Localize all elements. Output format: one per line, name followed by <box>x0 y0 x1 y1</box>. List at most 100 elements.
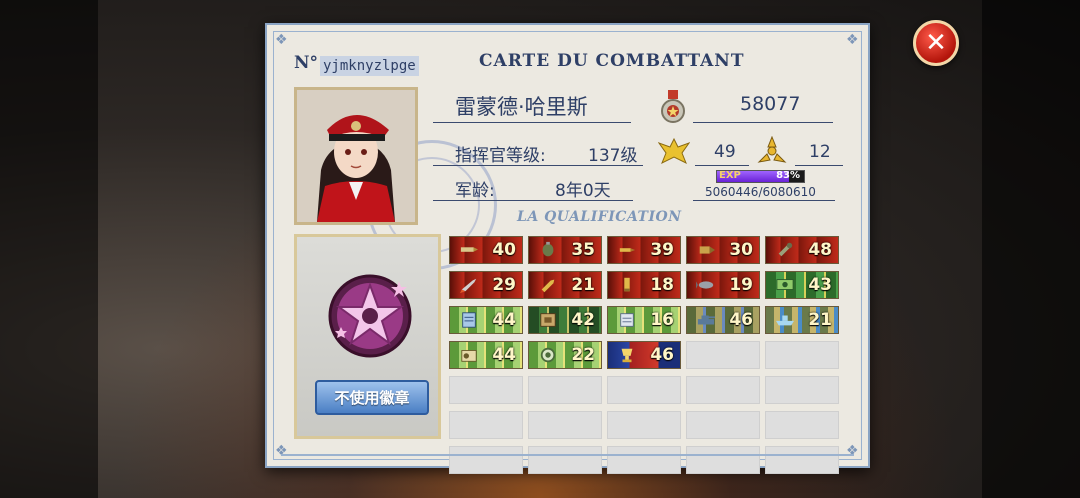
commander-name: 雷蒙德·哈里斯 <box>455 95 588 119</box>
card-title: CARTE DU COMBATTANT <box>479 51 745 71</box>
empty-qualification-slot <box>765 376 839 404</box>
special-stat: 12 <box>809 142 831 162</box>
empty-qualification-slot <box>449 411 523 439</box>
level-label: 指挥官等级: <box>455 146 546 166</box>
tank-icon <box>697 315 715 325</box>
qualification-value: 46 <box>650 345 674 365</box>
empty-qualification-slot <box>765 446 839 474</box>
bottom-divider <box>281 454 854 456</box>
qualification-cell[interactable]: 43 <box>765 271 839 299</box>
exp-underline <box>693 200 835 201</box>
qualification-cell[interactable]: 39 <box>607 236 681 264</box>
qualification-cell[interactable]: 16 <box>607 306 681 334</box>
empty-qualification-slot <box>686 341 760 369</box>
exp-bar: EXP 83% <box>716 170 805 183</box>
right-shade <box>982 0 1080 498</box>
gear-icon <box>540 347 556 363</box>
exp-label: EXP <box>719 170 741 181</box>
special-underline <box>795 165 843 166</box>
close-icon: ✕ <box>925 28 947 58</box>
medal-icon <box>661 90 685 123</box>
rifle-round-icon <box>619 248 636 252</box>
empty-qualification-slot <box>607 446 681 474</box>
level-value: 137级 <box>588 146 638 166</box>
qualification-value: 21 <box>808 310 832 330</box>
qualification-value: 46 <box>729 310 753 330</box>
service-underline <box>433 200 633 201</box>
rank-stat: 49 <box>714 142 736 162</box>
qualification-cell[interactable]: 46 <box>686 306 760 334</box>
empty-qualification-slot <box>607 411 681 439</box>
commander-portrait[interactable] <box>294 87 418 225</box>
combatant-card: ❖ ❖ ❖ ❖ N° yjmknyzlpge CARTE DU COMBATTA… <box>265 23 870 474</box>
exp-percent: 83% <box>776 170 800 181</box>
qualification-cell[interactable]: 35 <box>528 236 602 264</box>
empty-qualification-slot <box>765 341 839 369</box>
qualification-value: 35 <box>571 240 595 260</box>
corner-ornament-icon: ❖ <box>846 32 859 48</box>
qualification-cell[interactable]: 18 <box>607 271 681 299</box>
qualification-cell[interactable]: 46 <box>607 341 681 369</box>
qualification-value: 44 <box>492 310 516 330</box>
triad-icon <box>757 136 787 163</box>
left-shade <box>0 0 98 498</box>
empty-qualification-slot <box>449 446 523 474</box>
qualification-cell[interactable]: 21 <box>765 306 839 334</box>
map-icon <box>540 313 556 327</box>
eagle-rank-icon <box>658 137 690 165</box>
rank-underline <box>695 165 749 166</box>
badge-panel: 不使用徽章 <box>294 234 441 439</box>
badge-star-icon <box>328 274 412 358</box>
qualification-value: 40 <box>492 240 516 260</box>
qualification-value: 29 <box>492 275 516 295</box>
qualification-cell[interactable]: 29 <box>449 271 523 299</box>
qualification-cell[interactable]: 42 <box>528 306 602 334</box>
qualification-cell[interactable]: 19 <box>686 271 760 299</box>
cartridge-icon <box>624 277 630 292</box>
artillery-shell-icon <box>541 279 555 293</box>
empty-qualification-slot <box>528 446 602 474</box>
level-underline <box>433 165 643 166</box>
qualification-value: 43 <box>808 275 832 295</box>
document-icon <box>462 312 476 328</box>
qualification-value: 21 <box>571 275 595 295</box>
qualification-cell[interactable]: 21 <box>528 271 602 299</box>
empty-qualification-slot <box>607 376 681 404</box>
corner-ornament-icon: ❖ <box>275 32 288 48</box>
empty-qualification-slot <box>686 376 760 404</box>
empty-qualification-slot <box>686 446 760 474</box>
exp-text: 5060446/6080610 <box>705 185 816 199</box>
radio-icon <box>461 350 477 362</box>
empty-qualification-slot <box>765 411 839 439</box>
close-button[interactable]: ✕ <box>913 20 959 66</box>
empty-qualification-slot <box>528 376 602 404</box>
medal-score: 58077 <box>740 93 801 115</box>
no-badge-button[interactable]: 不使用徽章 <box>315 380 429 415</box>
qualification-cell[interactable]: 48 <box>765 236 839 264</box>
qualification-cell[interactable]: 44 <box>449 306 523 334</box>
qualification-cell[interactable]: 40 <box>449 236 523 264</box>
empty-qualification-slot <box>528 411 602 439</box>
qualification-value: 19 <box>729 275 753 295</box>
qualification-value: 22 <box>571 345 595 365</box>
qualification-cell[interactable]: 30 <box>686 236 760 264</box>
bomb-icon <box>696 281 714 289</box>
portrait-art <box>297 90 415 222</box>
service-value: 8年0天 <box>555 181 611 201</box>
qualification-cell[interactable]: 22 <box>528 341 602 369</box>
name-underline <box>433 122 631 123</box>
qualification-value: 48 <box>808 240 832 260</box>
qualification-cell[interactable]: 44 <box>449 341 523 369</box>
qualification-value: 39 <box>650 240 674 260</box>
qualification-value: 42 <box>571 310 595 330</box>
ship-icon <box>776 315 794 326</box>
qualification-value: 16 <box>650 310 674 330</box>
service-label: 军龄: <box>455 181 495 201</box>
empty-qualification-slot <box>449 376 523 404</box>
rocket-icon <box>460 278 477 294</box>
player-id[interactable]: yjmknyzlpge <box>320 56 419 76</box>
qualification-label: LA QUALIFICATION <box>517 209 682 225</box>
shell-icon <box>699 246 715 254</box>
mortar-icon <box>778 242 793 257</box>
scroll-icon <box>620 313 634 327</box>
